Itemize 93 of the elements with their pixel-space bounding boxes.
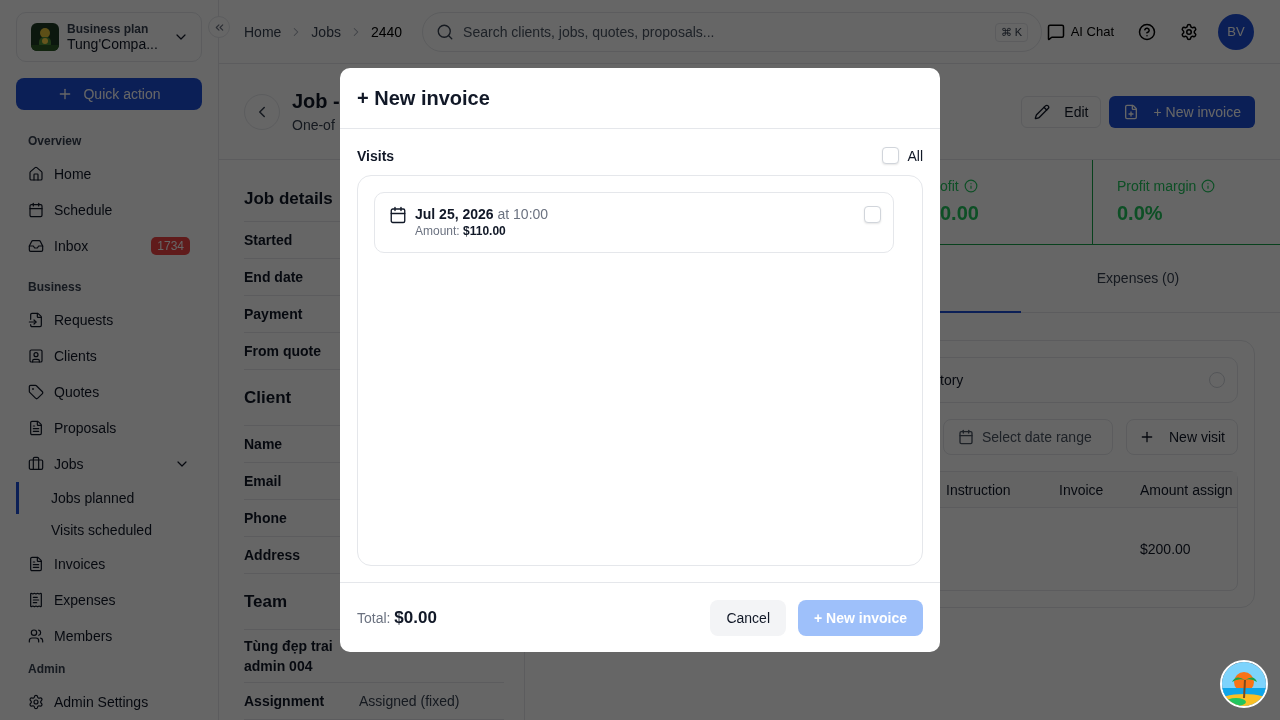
nav-item[interactable]: Invoices (16, 545, 202, 582)
user-avatar[interactable]: BV (1218, 13, 1254, 50)
search-icon (436, 22, 455, 41)
field-label: Name (244, 435, 284, 454)
visit-amount: Amount: $110.00 (415, 224, 507, 238)
nav-icon (28, 455, 44, 472)
nav-item[interactable]: Inbox 1734 (16, 227, 202, 264)
stat-label: Profit margin (1117, 178, 1280, 194)
field-label: Address (244, 546, 302, 565)
nav-item[interactable]: Clients (16, 337, 202, 374)
new-visit-button[interactable]: New visit (1126, 419, 1238, 455)
breadcrumb-link[interactable]: Jobs (311, 23, 341, 40)
field-value: Assigned (fixed) (359, 693, 460, 709)
page-title: Job - (292, 90, 340, 113)
tab[interactable]: Expenses (0) (1021, 245, 1255, 313)
section-title: Job details (244, 189, 333, 209)
nav-subitem[interactable]: Jobs planned (16, 481, 202, 514)
field-label: Phone (244, 509, 288, 528)
plus-icon (1139, 429, 1155, 445)
pencil-icon (1034, 103, 1051, 120)
nav-icon (28, 237, 44, 254)
section-title: Team (244, 591, 288, 612)
nav-item[interactable]: Home (16, 155, 202, 192)
visit-date: Jul 25, 2026 at 10:00 (415, 206, 550, 222)
field-label: Email (244, 472, 283, 491)
field-label: Payment (244, 305, 304, 324)
nav-item[interactable]: Schedule (16, 191, 202, 228)
info-icon (1201, 179, 1216, 193)
nav-icon (28, 591, 44, 608)
ai-chat-button[interactable]: AI Chat (1042, 18, 1118, 45)
nav-icon (28, 419, 44, 436)
count-badge: 1734 (151, 236, 190, 255)
settings-icon (28, 694, 44, 711)
nav-item[interactable]: Requests (16, 301, 202, 338)
stat-value: 0.00 (940, 202, 980, 225)
plan-label: Business plan (67, 21, 150, 36)
back-button[interactable] (244, 93, 280, 130)
nav-item[interactable]: Admin Settings (16, 684, 202, 720)
checkbox-label: All (907, 147, 923, 164)
visits-label: Visits (357, 147, 395, 164)
settings-icon (1180, 22, 1198, 41)
nav-icon (28, 383, 44, 400)
workspace-name: Tung'Compa... (67, 35, 159, 52)
page-subtitle: One-of (292, 117, 336, 133)
nav-item[interactable]: Quotes (16, 373, 202, 410)
quick-action-button[interactable]: Quick action (16, 77, 202, 110)
nav-icon (28, 627, 44, 644)
collapse-sidebar-button[interactable] (208, 16, 230, 38)
nav-item[interactable]: Members (16, 617, 202, 654)
column-header: Invoice (1059, 481, 1105, 498)
breadcrumb-link[interactable]: Home (244, 23, 282, 40)
workspace-switcher[interactable]: Business plan Tung'Compa... (16, 12, 202, 62)
nav-item[interactable]: Proposals (16, 409, 202, 446)
calendar-icon (958, 429, 974, 445)
nav-icon (28, 311, 44, 328)
nav-subitem[interactable]: Visits scheduled (16, 513, 202, 546)
total-amount: Total: $0.00 (357, 607, 438, 628)
nav-item[interactable]: Jobs (16, 445, 202, 482)
field-label: Tùng đẹp trai admin 004 (244, 637, 334, 676)
section-title: Overview (27, 133, 83, 148)
assistant-bubble[interactable] (1220, 660, 1268, 708)
new-invoice-button[interactable]: + New invoice (1109, 95, 1255, 128)
info-icon (963, 179, 978, 193)
nav-icon (28, 201, 44, 218)
column-header: Amount assign (1140, 481, 1234, 498)
cancel-button[interactable]: Cancel (710, 599, 786, 636)
nav-icon (28, 165, 44, 182)
visit-card[interactable]: Jul 25, 2026 at 10:00 Amount: $110.00 (374, 192, 894, 253)
chat-bubble-icon (1046, 22, 1065, 41)
section-title: Admin (27, 662, 67, 677)
table-cell-text: $200.00 (1140, 541, 1192, 557)
nav-item[interactable]: Expenses (16, 581, 202, 618)
dialog-title: + New invoice (357, 86, 490, 110)
date-range-button[interactable]: Select date range (943, 419, 1113, 455)
stat-value: 0.0% (1117, 202, 1164, 225)
column-header: Instruction (946, 481, 1012, 498)
field-label: End date (244, 268, 305, 287)
help-icon (1138, 22, 1156, 41)
edit-button[interactable]: Edit (1021, 95, 1102, 128)
nav-icon (28, 347, 44, 364)
checkbox[interactable] (864, 206, 881, 223)
field-label: From quote (244, 342, 322, 361)
section-title: Business (27, 279, 83, 294)
file-plus-icon (1123, 103, 1140, 120)
section-title: Client (244, 387, 292, 408)
breadcrumb-link[interactable]: 2440 (370, 23, 403, 40)
field-label: Assignment (244, 692, 326, 711)
checkbox[interactable] (882, 147, 900, 164)
calendar-icon (389, 206, 407, 224)
history-label: tory (940, 372, 964, 388)
field-label: Started (244, 231, 294, 250)
nav-icon (28, 555, 44, 572)
stat-label: ofit (940, 178, 1092, 194)
